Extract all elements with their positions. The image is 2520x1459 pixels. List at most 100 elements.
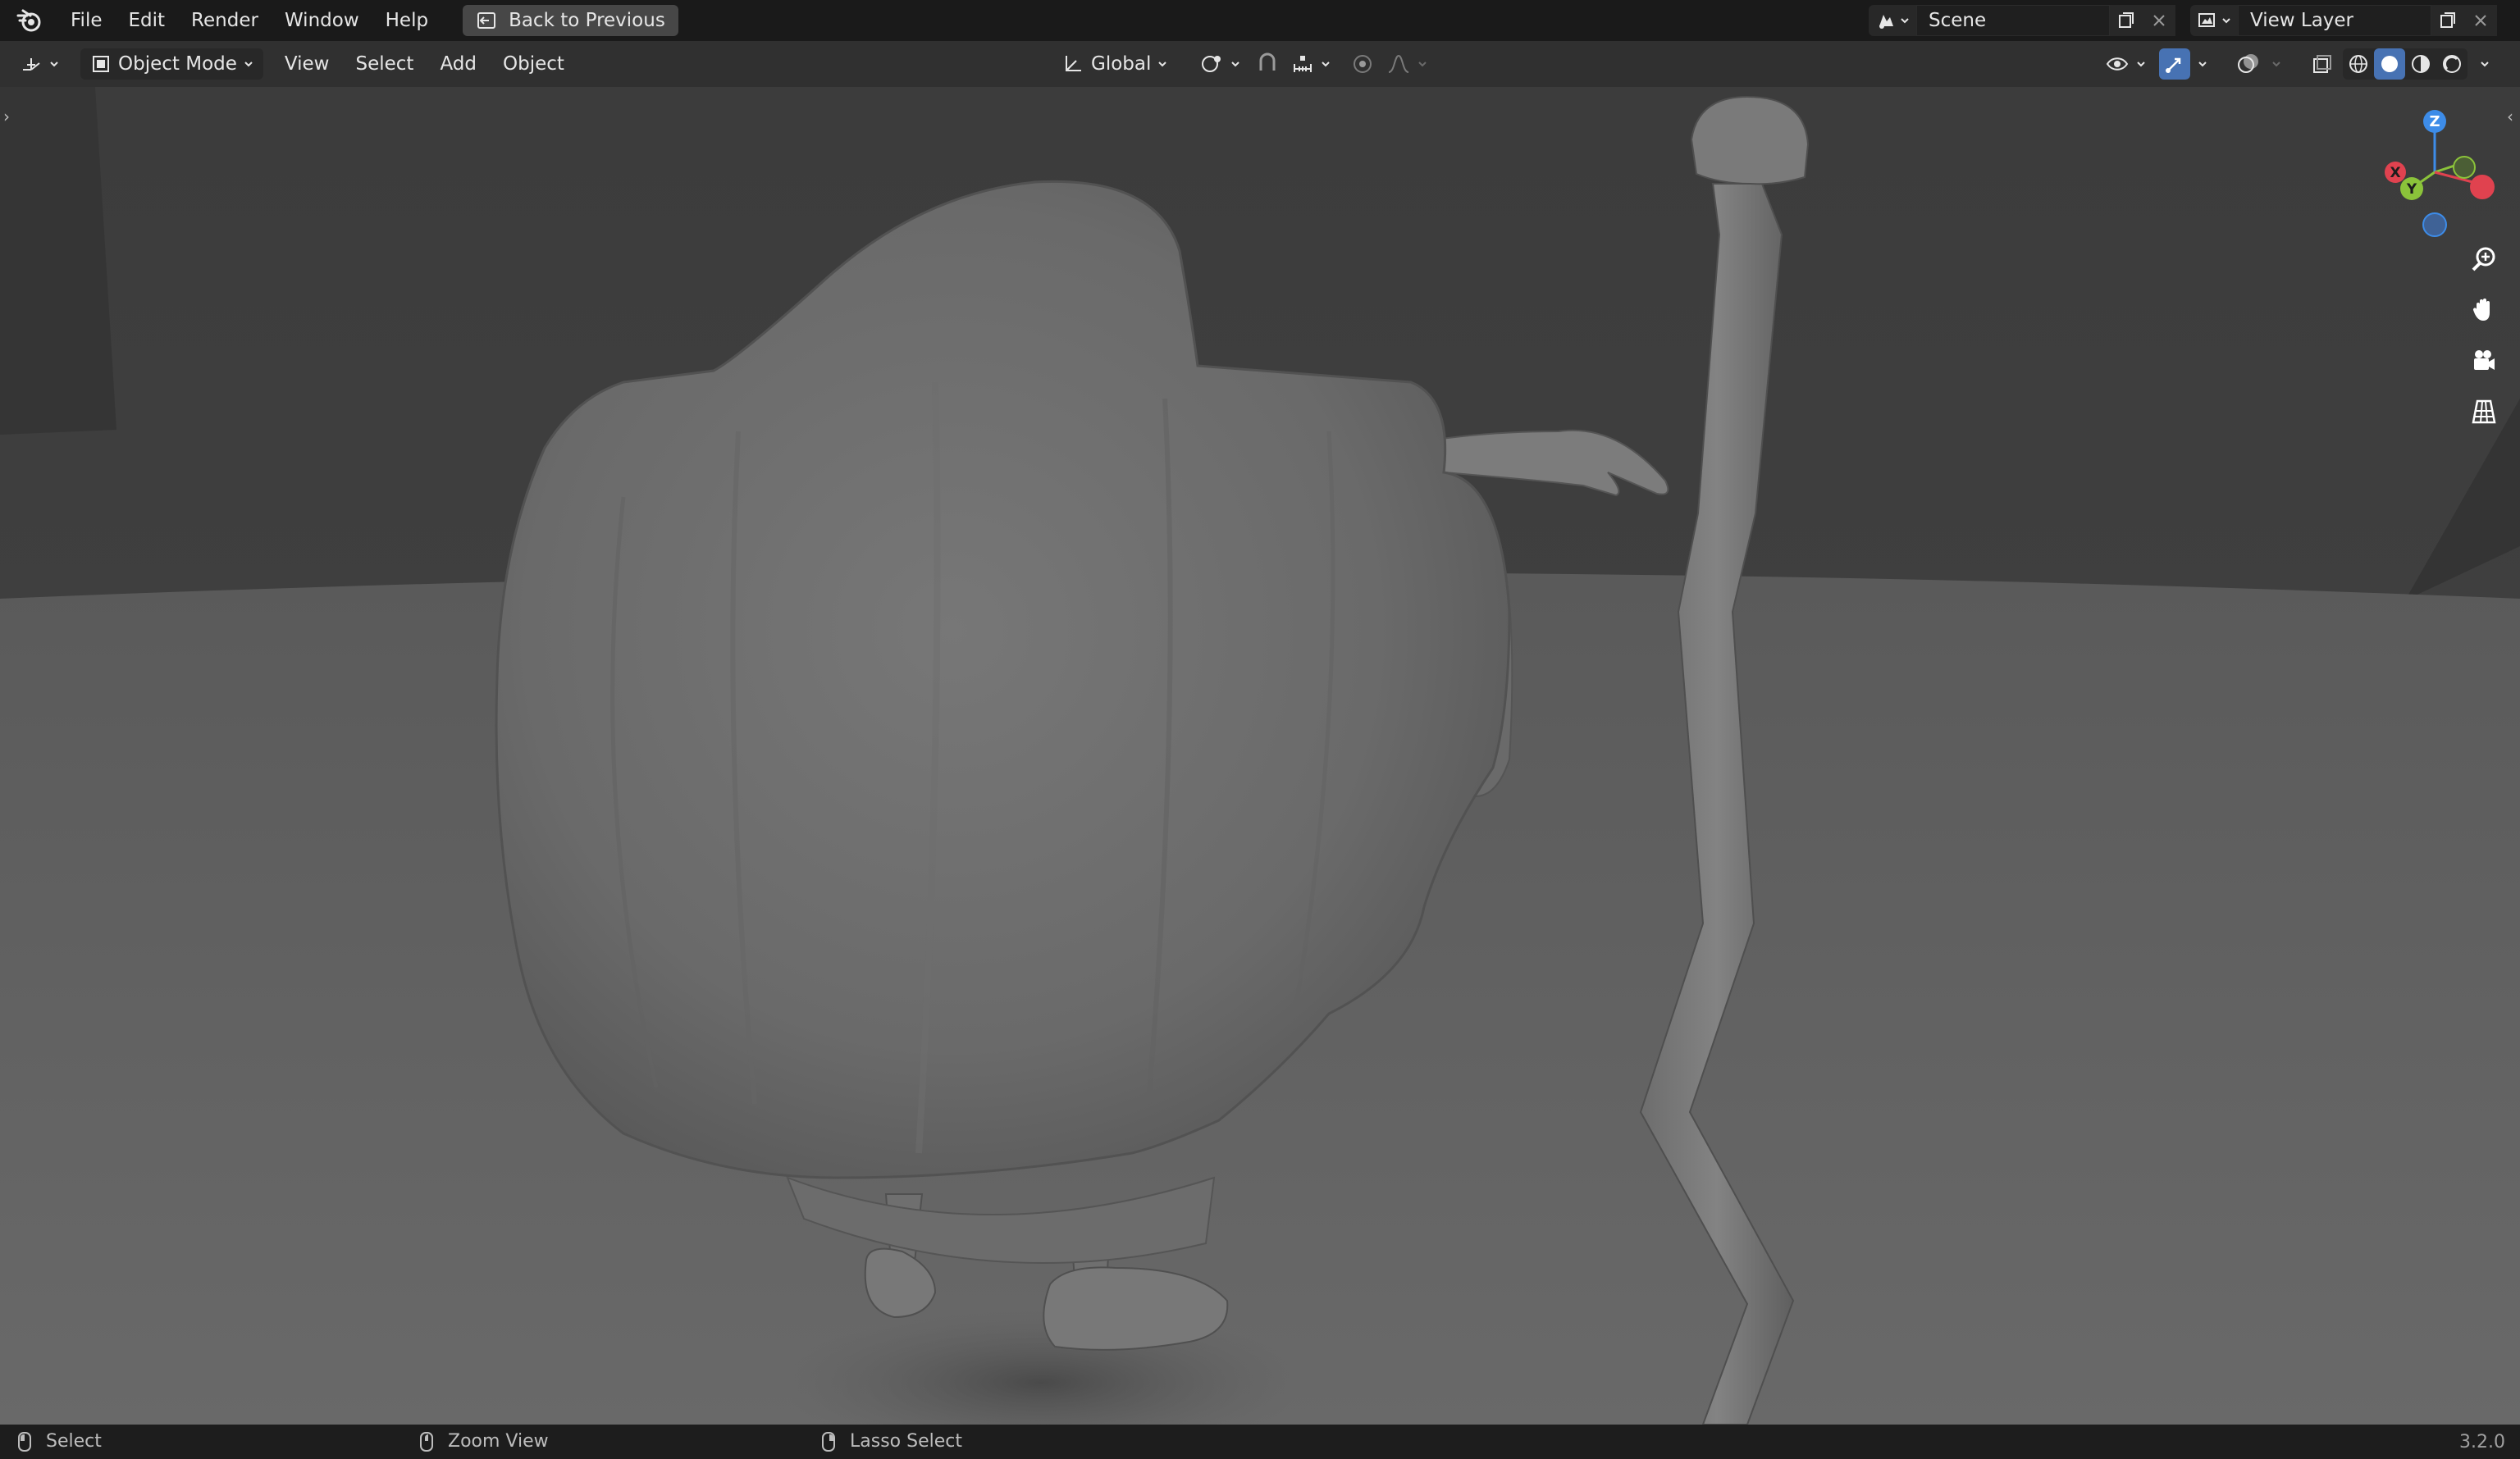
transform-orientation-dropdown[interactable]: Global <box>1053 48 1176 80</box>
solid-shading-icon <box>2381 56 2398 72</box>
falloff-curve-icon <box>1388 54 1409 73</box>
gizmo-y-label: Y <box>2406 181 2417 198</box>
transform-orientation-label: Global <box>1091 53 1152 75</box>
new-scene-button[interactable] <box>2110 5 2143 36</box>
blender-logo-icon[interactable] <box>0 0 57 41</box>
navigation-gizmo[interactable]: Z X Y <box>2371 103 2510 243</box>
pivot-point-dropdown[interactable] <box>1191 48 1249 80</box>
camera-view-button[interactable] <box>2464 341 2504 381</box>
editor-type-dropdown[interactable] <box>11 48 67 80</box>
scene-render <box>0 87 2520 1425</box>
proportional-edit-toggle[interactable] <box>1347 48 1378 80</box>
chevron-down-icon <box>1322 62 1330 67</box>
menu-object[interactable]: Object <box>490 53 578 75</box>
camera-icon <box>2474 350 2495 370</box>
wireframe-shading-icon <box>2349 55 2367 73</box>
snap-icon <box>1259 52 1276 71</box>
gizmo-x-positive[interactable] <box>2470 175 2495 199</box>
chevron-down-icon <box>50 62 58 67</box>
menu-help[interactable]: Help <box>372 0 441 41</box>
pivot-icon <box>1202 56 1221 72</box>
close-icon <box>2475 15 2486 26</box>
gizmo-x-label: X <box>2390 165 2400 181</box>
overlay-options-dropdown[interactable] <box>2264 48 2289 80</box>
new-view-layer-button[interactable] <box>2431 5 2464 36</box>
close-icon <box>2153 15 2165 26</box>
menu-view[interactable]: View <box>272 53 343 75</box>
editor-type-icon <box>23 58 40 71</box>
proportional-falloff-dropdown[interactable] <box>1378 48 1436 80</box>
scene-name-field[interactable]: Scene <box>1916 5 2110 36</box>
snap-target-icon <box>1294 56 1312 72</box>
shading-options-dropdown[interactable] <box>2472 48 2497 80</box>
gizmo-z-label: Z <box>2429 113 2440 130</box>
menu-edit[interactable]: Edit <box>116 0 179 41</box>
scene-browse-button[interactable] <box>1869 5 1916 36</box>
view-layer-browse-button[interactable] <box>2190 5 2238 36</box>
viewport-header: Object Mode View Select Add Object Globa… <box>0 41 2520 87</box>
status-select-label: Select <box>46 1431 102 1452</box>
3d-viewport[interactable]: › ‹ Z X Y <box>0 87 2520 1425</box>
material-shading-button[interactable] <box>2405 48 2436 80</box>
status-lasso-label: Lasso Select <box>850 1431 962 1452</box>
view-layer-selector: View Layer <box>2190 5 2497 36</box>
mouse-middle-icon <box>420 1431 433 1452</box>
gizmo-toggle[interactable] <box>2159 48 2190 80</box>
zoom-view-button[interactable] <box>2464 239 2504 279</box>
object-mode-dropdown[interactable]: Object Mode <box>80 48 263 80</box>
xray-toggle[interactable] <box>2307 48 2338 80</box>
shading-mode-group <box>2343 48 2468 80</box>
chevron-down-icon <box>244 62 253 67</box>
version-label: 3.2.0 <box>2459 1432 2505 1452</box>
back-to-previous-button[interactable]: Back to Previous <box>463 5 678 36</box>
chevron-down-icon <box>2481 62 2489 67</box>
chevron-down-icon <box>1901 18 1909 24</box>
view-layer-name-field[interactable]: View Layer <box>2238 5 2431 36</box>
chevron-down-icon <box>2222 18 2230 24</box>
chevron-down-icon <box>1418 62 1427 67</box>
menu-add[interactable]: Add <box>427 53 490 75</box>
back-icon <box>477 12 496 29</box>
chevron-down-icon <box>2272 62 2280 67</box>
copy-icon <box>2440 12 2455 28</box>
status-select-hint: Select <box>18 1431 102 1452</box>
xray-icon <box>2313 55 2331 73</box>
gizmo-z-negative[interactable] <box>2422 212 2447 237</box>
status-zoom-hint: Zoom View <box>420 1431 549 1452</box>
status-bar: Select Zoom View Lasso Select 3.2.0 <box>0 1425 2520 1459</box>
scene-selector: Scene <box>1869 5 2175 36</box>
menu-file[interactable]: File <box>57 0 116 41</box>
snap-target-dropdown[interactable] <box>1283 48 1339 80</box>
wireframe-shading-button[interactable] <box>2343 48 2374 80</box>
gizmo-icon <box>2166 57 2181 73</box>
mouse-left-icon <box>18 1431 31 1452</box>
menu-select[interactable]: Select <box>342 53 427 75</box>
view-layer-icon <box>2198 13 2215 27</box>
proportional-edit-icon <box>1354 55 1372 73</box>
navigation-tools <box>2464 239 2504 431</box>
solid-shading-button[interactable] <box>2374 48 2405 80</box>
overlay-toggle[interactable] <box>2233 48 2264 80</box>
hand-icon <box>2472 299 2490 321</box>
material-shading-icon <box>2412 55 2430 73</box>
rendered-shading-icon <box>2443 55 2461 73</box>
gizmo-y-negative[interactable] <box>2453 156 2476 179</box>
delete-scene-button[interactable] <box>2143 5 2175 36</box>
overlay-icon <box>2238 54 2258 73</box>
visibility-icon <box>2106 57 2129 71</box>
chevron-down-icon <box>2137 62 2145 67</box>
pan-view-button[interactable] <box>2464 290 2504 330</box>
toolbar-expand-arrow[interactable]: › <box>3 107 10 126</box>
copy-icon <box>2119 12 2134 28</box>
menu-window[interactable]: Window <box>272 0 372 41</box>
visibility-dropdown[interactable] <box>2097 48 2154 80</box>
chevron-down-icon <box>1231 62 1239 67</box>
menu-render[interactable]: Render <box>178 0 272 41</box>
grid-icon <box>2472 399 2496 424</box>
toggle-perspective-button[interactable] <box>2464 392 2504 431</box>
rendered-shading-button[interactable] <box>2436 48 2468 80</box>
delete-view-layer-button[interactable] <box>2464 5 2497 36</box>
gizmo-options-dropdown[interactable] <box>2190 48 2215 80</box>
snap-toggle[interactable] <box>1252 48 1283 80</box>
object-mode-label: Object Mode <box>118 53 237 75</box>
